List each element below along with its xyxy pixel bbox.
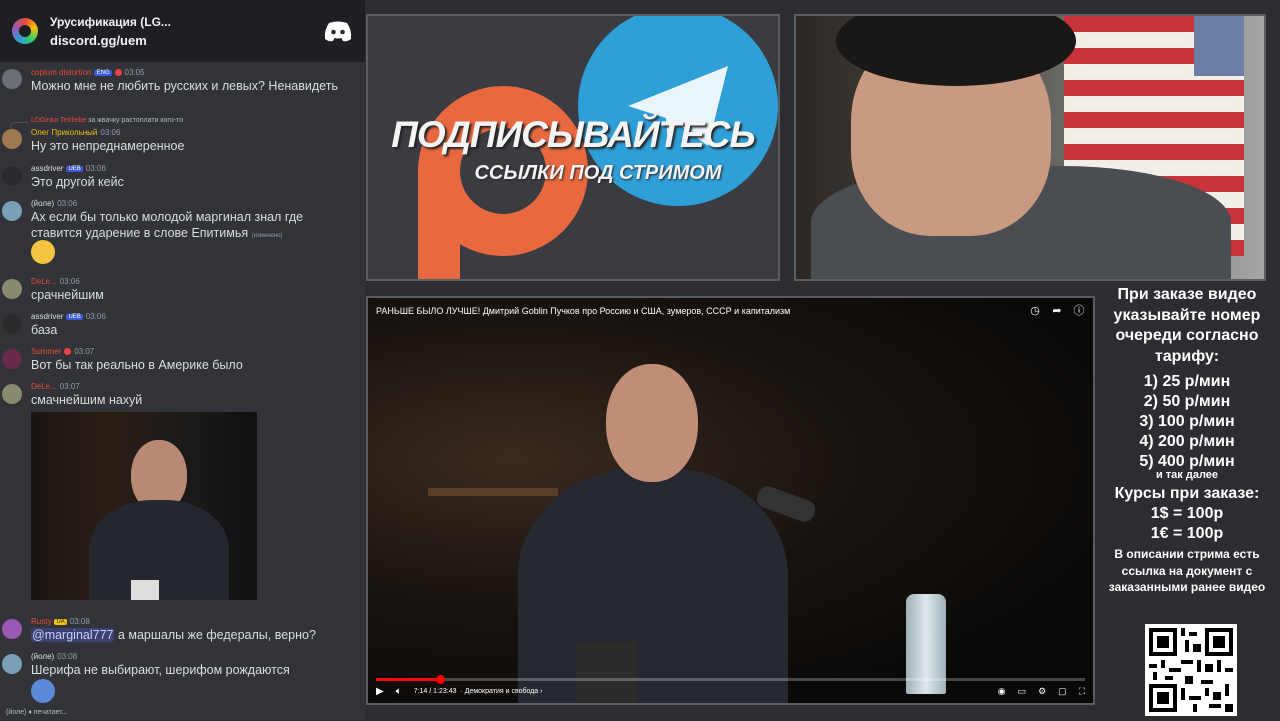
toggle-icon[interactable]: ◉	[998, 686, 1006, 697]
username[interactable]: Олег Прикольный	[31, 128, 97, 137]
clock-icon[interactable]: ◷	[1029, 305, 1041, 317]
avatar[interactable]	[2, 654, 22, 674]
badge-icon	[114, 69, 122, 77]
time-display: 7:14 / 1:23:43	[413, 687, 457, 695]
timestamp: 03:05	[124, 68, 145, 77]
avatar[interactable]	[2, 384, 22, 404]
order-instructions: При заказе видео указывайте номер очеред…	[1113, 286, 1261, 365]
message-text: Это другой кейс	[31, 175, 124, 189]
avatar[interactable]	[2, 69, 22, 89]
volume-icon[interactable]: 🔈︎	[396, 686, 402, 697]
cast-icon[interactable]: ▢	[1058, 686, 1067, 697]
role-badge: UEB	[66, 313, 83, 320]
rate-eur: 1€ = 100р	[1150, 525, 1224, 542]
captions-icon[interactable]: ▭	[1018, 686, 1027, 697]
username[interactable]: (йоле)	[31, 652, 54, 661]
timestamp: 03:07	[59, 382, 80, 391]
server-invite-link[interactable]: discord.gg/uem	[50, 33, 323, 48]
video-title[interactable]: РАНЬШЕ БЫЛО ЛУЧШЕ! Дмитрий Goblin Пучков…	[376, 306, 790, 316]
avatar[interactable]	[2, 279, 22, 299]
message-list[interactable]: copium distortion ENG 03:05 Можно мне не л…	[0, 62, 365, 720]
tariff-item: 4) 200 р/мин	[1139, 433, 1235, 450]
message-text: база	[31, 323, 58, 337]
username[interactable]: Summer	[31, 347, 61, 356]
avatar[interactable]	[2, 619, 22, 639]
avatar[interactable]	[2, 314, 22, 334]
username[interactable]: assdriver	[31, 164, 63, 173]
timestamp: 03:06	[100, 128, 121, 137]
edited-label: (изменено)	[251, 233, 283, 239]
share-icon[interactable]: ➦	[1051, 305, 1063, 317]
info-panel: При заказе видео указывайте номер очеред…	[1102, 285, 1272, 596]
timestamp: 03:06	[57, 199, 78, 208]
rate-usd: 1$ = 100р	[1150, 505, 1224, 522]
username[interactable]: copium distortion	[31, 68, 91, 77]
tariff-item: 3) 100 р/мин	[1139, 413, 1235, 430]
attached-image[interactable]	[31, 412, 257, 600]
video-player[interactable]: РАНЬШЕ БЫЛО ЛУЧШЕ! Дмитрий Goblin Пучков…	[366, 296, 1095, 705]
timestamp: 03:06	[85, 312, 106, 321]
reply-text[interactable]: за жвачку растоплати кого-то	[88, 117, 183, 124]
timestamp: 03:08	[57, 652, 78, 661]
nerd-emoji-icon[interactable]	[31, 240, 55, 264]
server-header[interactable]: Урусификация (LG... discord.gg/uem	[0, 0, 365, 62]
emoji-icon[interactable]	[31, 679, 55, 703]
discord-icon	[324, 21, 352, 42]
role-badge: UEB	[66, 165, 83, 172]
avatar[interactable]	[2, 129, 22, 149]
role-badge: UA	[54, 618, 67, 625]
play-icon[interactable]: ▶	[376, 686, 384, 697]
avatar[interactable]	[2, 166, 22, 186]
timestamp: 03:08	[69, 617, 90, 626]
message-text: Можно мне не любить русских и левых? Нен…	[31, 79, 338, 93]
username[interactable]: Rusty	[31, 617, 51, 626]
tariff-item: 2) 50 р/мин	[1143, 393, 1231, 410]
webcam-feed	[794, 14, 1266, 281]
qr-code[interactable]	[1145, 624, 1237, 716]
message-text: Ну это непреднамеренное	[31, 139, 185, 153]
timestamp: 03:07	[74, 347, 95, 356]
username[interactable]: assdriver	[31, 312, 63, 321]
player-controls: ▶ 🔈︎ 7:14 / 1:23:43 · Демократия и свобо…	[376, 683, 1085, 699]
typing-indicator: (йоле) ♦ печатает...	[6, 709, 68, 716]
tariff-list: 1) 25 р/мин 2) 50 р/мин 3) 100 р/мин 4) …	[1102, 372, 1272, 472]
rates-title: Курсы при заказе:	[1114, 485, 1260, 502]
message-text: смачнейшим нахуй	[31, 393, 143, 407]
progress-fill	[376, 678, 440, 681]
role-badge: ENG	[94, 69, 112, 76]
server-icon	[12, 18, 38, 44]
message-text: а маршалы же федералы, верно?	[114, 628, 316, 642]
tariff-etc: и так далее	[1155, 469, 1219, 481]
promo-headline: ПОДПИСЫВАЙТЕСЬ	[391, 114, 755, 155]
info-icon[interactable]: ⓘ	[1073, 305, 1085, 317]
username[interactable]: DeLe...	[31, 382, 57, 391]
speaker-head	[606, 364, 698, 482]
discord-chat-panel: Урусификация (LG... discord.gg/uem copiu…	[0, 0, 365, 720]
timestamp: 03:06	[85, 164, 106, 173]
promo-banner: ПОДПИСЫВАЙТЕСЬ ССЫЛКИ ПОД СТРИМОМ	[366, 14, 780, 281]
user-mention[interactable]: @marginal777	[31, 628, 115, 642]
avatar[interactable]	[2, 349, 22, 369]
avatar[interactable]	[2, 201, 22, 221]
message-text: Вот бы так реально в Америке было	[31, 358, 243, 372]
username[interactable]: DeLe...	[31, 277, 57, 286]
badge-icon	[64, 348, 72, 356]
progress-bar[interactable]	[376, 675, 1085, 684]
fullscreen-icon[interactable]: ⛶	[1079, 686, 1085, 697]
shelf	[428, 488, 558, 496]
description-note: В описании стрима есть ссылка на докумен…	[1108, 547, 1266, 594]
message-text: срачнейшим	[31, 288, 104, 302]
timestamp: 03:06	[59, 277, 80, 286]
message-text: Шерифа не выбирают, шерифом рождаются	[31, 663, 290, 677]
settings-icon[interactable]: ⚙	[1038, 686, 1046, 697]
speaker-body	[518, 468, 788, 703]
promo-subheadline: ССЫЛКИ ПОД СТРИМОМ	[474, 162, 722, 184]
server-title: Урусификация (LG...	[50, 14, 171, 29]
chapter-label[interactable]: · Демократия и свобода ›	[460, 688, 542, 695]
tariff-item: 1) 25 р/мин	[1143, 373, 1231, 390]
username[interactable]: (йоле)	[31, 199, 54, 208]
reply-username[interactable]: LDGinko Teirliebe	[31, 117, 86, 124]
